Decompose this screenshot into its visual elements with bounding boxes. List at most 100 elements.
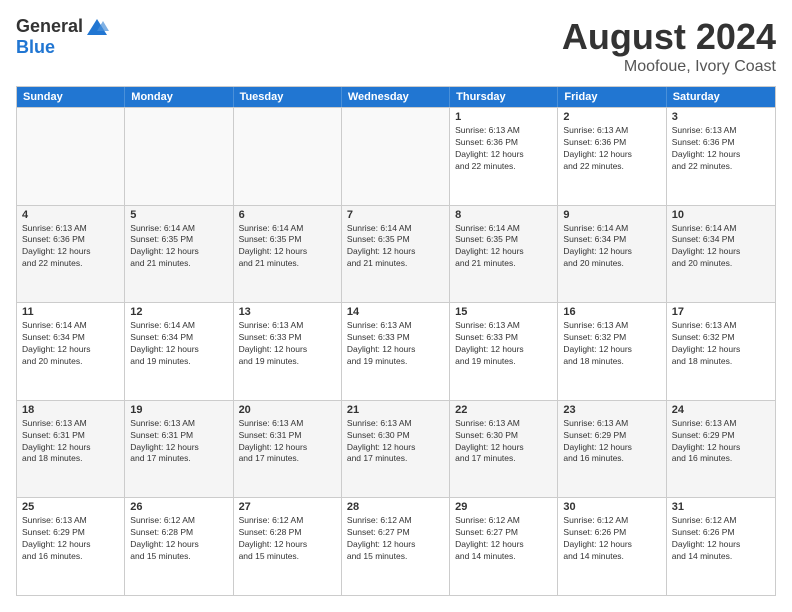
title-month: August 2024 [562,16,776,58]
day-info: Sunrise: 6:14 AM Sunset: 6:35 PM Dayligh… [130,223,227,271]
day-info: Sunrise: 6:13 AM Sunset: 6:32 PM Dayligh… [563,320,660,368]
calendar-cell: 14 Sunrise: 6:13 AM Sunset: 6:33 PM Dayli… [342,303,450,400]
calendar-cell: 31Sunrise: 6:12 AM Sunset: 6:26 PM Dayli… [667,498,775,595]
calendar-cell: 29 Sunrise: 6:12 AM Sunset: 6:27 PM Dayli… [450,498,558,595]
day-info: Sunrise: 6:14 AM Sunset: 6:35 PM Dayligh… [455,223,552,271]
calendar-cell [17,108,125,205]
day-number: 28 [347,501,444,513]
calendar-cell: 10Sunrise: 6:14 AM Sunset: 6:34 PM Dayli… [667,206,775,303]
calendar-cell: 18 Sunrise: 6:13 AM Sunset: 6:31 PM Dayli… [17,401,125,498]
day-info: Sunrise: 6:14 AM Sunset: 6:34 PM Dayligh… [22,320,119,368]
calendar-header: SundayMondayTuesdayWednesdayThursdayFrid… [17,87,775,107]
day-info: Sunrise: 6:12 AM Sunset: 6:26 PM Dayligh… [672,515,770,563]
day-number: 25 [22,501,119,513]
day-number: 30 [563,501,660,513]
day-number: 8 [455,209,552,221]
day-info: Sunrise: 6:13 AM Sunset: 6:29 PM Dayligh… [563,418,660,466]
day-number: 26 [130,501,227,513]
calendar-cell: 19 Sunrise: 6:13 AM Sunset: 6:31 PM Dayli… [125,401,233,498]
day-info: Sunrise: 6:12 AM Sunset: 6:28 PM Dayligh… [130,515,227,563]
calendar-row-5: 25 Sunrise: 6:13 AM Sunset: 6:29 PM Dayli… [17,497,775,595]
page: General Blue August 2024 Moofoue, Ivory … [0,0,792,612]
calendar-cell: 28 Sunrise: 6:12 AM Sunset: 6:27 PM Dayli… [342,498,450,595]
calendar-cell: 21 Sunrise: 6:13 AM Sunset: 6:30 PM Dayli… [342,401,450,498]
day-info: Sunrise: 6:13 AM Sunset: 6:30 PM Dayligh… [455,418,552,466]
day-number: 24 [672,404,770,416]
day-number: 9 [563,209,660,221]
calendar-cell: 27Sunrise: 6:12 AM Sunset: 6:28 PM Dayli… [234,498,342,595]
calendar-cell: 26 Sunrise: 6:12 AM Sunset: 6:28 PM Dayli… [125,498,233,595]
day-info: Sunrise: 6:13 AM Sunset: 6:33 PM Dayligh… [455,320,552,368]
day-info: Sunrise: 6:13 AM Sunset: 6:31 PM Dayligh… [22,418,119,466]
day-number: 16 [563,306,660,318]
day-info: Sunrise: 6:12 AM Sunset: 6:27 PM Dayligh… [347,515,444,563]
calendar-cell: 4Sunrise: 6:13 AM Sunset: 6:36 PM Daylig… [17,206,125,303]
logo-icon [85,17,109,37]
calendar-cell: 1 Sunrise: 6:13 AM Sunset: 6:36 PM Daylig… [450,108,558,205]
day-number: 17 [672,306,770,318]
day-info: Sunrise: 6:13 AM Sunset: 6:31 PM Dayligh… [130,418,227,466]
day-info: Sunrise: 6:12 AM Sunset: 6:26 PM Dayligh… [563,515,660,563]
day-number: 4 [22,209,119,221]
header-day-monday: Monday [125,87,233,107]
day-info: Sunrise: 6:13 AM Sunset: 6:30 PM Dayligh… [347,418,444,466]
day-number: 18 [22,404,119,416]
calendar-cell [125,108,233,205]
day-number: 23 [563,404,660,416]
day-info: Sunrise: 6:13 AM Sunset: 6:31 PM Dayligh… [239,418,336,466]
day-number: 21 [347,404,444,416]
day-number: 1 [455,111,552,123]
calendar-cell: 6Sunrise: 6:14 AM Sunset: 6:35 PM Daylig… [234,206,342,303]
day-info: Sunrise: 6:14 AM Sunset: 6:34 PM Dayligh… [672,223,770,271]
calendar-cell: 22 Sunrise: 6:13 AM Sunset: 6:30 PM Dayli… [450,401,558,498]
calendar-cell: 23 Sunrise: 6:13 AM Sunset: 6:29 PM Dayli… [558,401,666,498]
calendar-cell: 3Sunrise: 6:13 AM Sunset: 6:36 PM Daylig… [667,108,775,205]
day-info: Sunrise: 6:14 AM Sunset: 6:34 PM Dayligh… [130,320,227,368]
day-number: 14 [347,306,444,318]
calendar-cell: 15Sunrise: 6:13 AM Sunset: 6:33 PM Dayli… [450,303,558,400]
day-info: Sunrise: 6:14 AM Sunset: 6:35 PM Dayligh… [347,223,444,271]
day-number: 11 [22,306,119,318]
calendar-row-4: 18 Sunrise: 6:13 AM Sunset: 6:31 PM Dayli… [17,400,775,498]
calendar-cell: 9Sunrise: 6:14 AM Sunset: 6:34 PM Daylig… [558,206,666,303]
logo: General Blue [16,16,109,58]
header-day-friday: Friday [558,87,666,107]
day-number: 22 [455,404,552,416]
day-number: 13 [239,306,336,318]
calendar-cell: 24 Sunrise: 6:13 AM Sunset: 6:29 PM Dayli… [667,401,775,498]
title-section: August 2024 Moofoue, Ivory Coast [562,16,776,76]
day-info: Sunrise: 6:13 AM Sunset: 6:36 PM Dayligh… [563,125,660,173]
calendar-cell: 5 Sunrise: 6:14 AM Sunset: 6:35 PM Daylig… [125,206,233,303]
day-number: 19 [130,404,227,416]
day-info: Sunrise: 6:13 AM Sunset: 6:32 PM Dayligh… [672,320,770,368]
day-info: Sunrise: 6:13 AM Sunset: 6:33 PM Dayligh… [239,320,336,368]
logo-general: General [16,16,83,37]
calendar-cell: 11 Sunrise: 6:14 AM Sunset: 6:34 PM Dayli… [17,303,125,400]
logo-blue: Blue [16,37,55,58]
day-info: Sunrise: 6:13 AM Sunset: 6:29 PM Dayligh… [22,515,119,563]
header-day-thursday: Thursday [450,87,558,107]
day-info: Sunrise: 6:13 AM Sunset: 6:36 PM Dayligh… [672,125,770,173]
calendar-body: 1 Sunrise: 6:13 AM Sunset: 6:36 PM Daylig… [17,107,775,595]
day-info: Sunrise: 6:13 AM Sunset: 6:29 PM Dayligh… [672,418,770,466]
calendar-row-1: 1 Sunrise: 6:13 AM Sunset: 6:36 PM Daylig… [17,107,775,205]
calendar-cell [342,108,450,205]
day-number: 2 [563,111,660,123]
calendar-cell: 17 Sunrise: 6:13 AM Sunset: 6:32 PM Dayli… [667,303,775,400]
day-info: Sunrise: 6:12 AM Sunset: 6:27 PM Dayligh… [455,515,552,563]
day-info: Sunrise: 6:13 AM Sunset: 6:36 PM Dayligh… [455,125,552,173]
calendar: SundayMondayTuesdayWednesdayThursdayFrid… [16,86,776,596]
calendar-row-2: 4Sunrise: 6:13 AM Sunset: 6:36 PM Daylig… [17,205,775,303]
calendar-cell: 2 Sunrise: 6:13 AM Sunset: 6:36 PM Daylig… [558,108,666,205]
day-info: Sunrise: 6:13 AM Sunset: 6:33 PM Dayligh… [347,320,444,368]
header: General Blue August 2024 Moofoue, Ivory … [16,16,776,76]
day-info: Sunrise: 6:12 AM Sunset: 6:28 PM Dayligh… [239,515,336,563]
day-number: 7 [347,209,444,221]
header-day-sunday: Sunday [17,87,125,107]
header-day-tuesday: Tuesday [234,87,342,107]
day-number: 5 [130,209,227,221]
calendar-cell: 8 Sunrise: 6:14 AM Sunset: 6:35 PM Daylig… [450,206,558,303]
header-day-wednesday: Wednesday [342,87,450,107]
calendar-cell: 25 Sunrise: 6:13 AM Sunset: 6:29 PM Dayli… [17,498,125,595]
day-number: 29 [455,501,552,513]
